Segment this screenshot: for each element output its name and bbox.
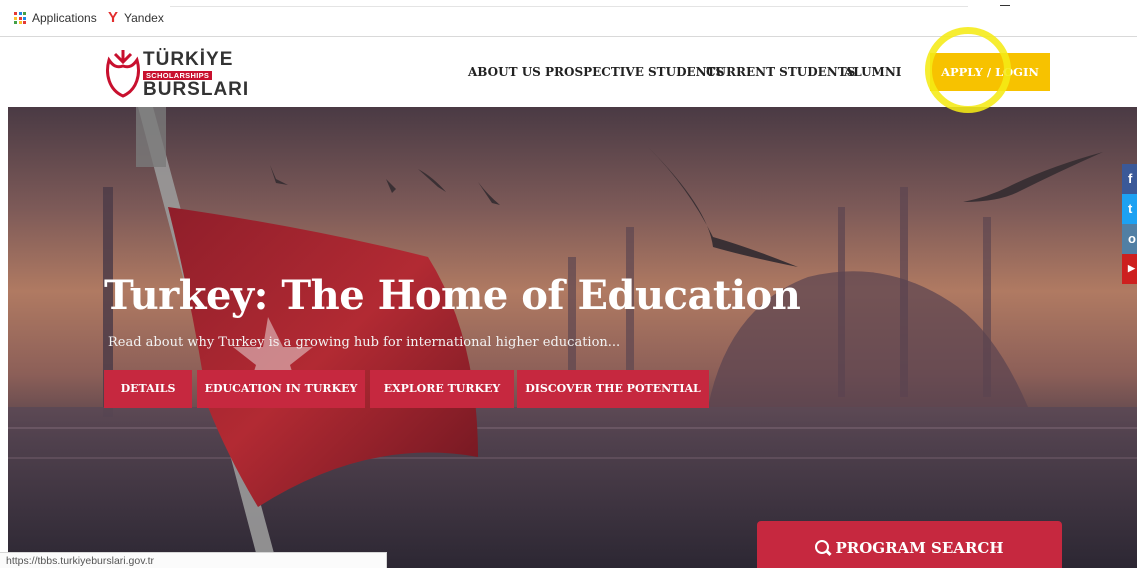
status-bar-url: https://tbbs.turkiyeburslari.gov.tr: [0, 552, 387, 568]
program-search-button[interactable]: PROGRAM SEARCH: [757, 521, 1062, 568]
logo-line-turkiye: TÜRKİYE: [143, 49, 234, 70]
instagram-share[interactable]: o: [1122, 224, 1137, 254]
nav-prospective-students[interactable]: PROSPECTIVE STUDENTS: [545, 65, 724, 79]
search-icon: [815, 540, 830, 554]
yandex-icon: Y: [108, 9, 119, 26]
logo-line-burslari: BURSLARI: [143, 79, 250, 100]
discover-the-potential-button[interactable]: DISCOVER THE POTENTIAL: [517, 370, 709, 408]
nav-about-us[interactable]: ABOUT US: [468, 65, 541, 79]
facebook-icon: f: [1128, 171, 1133, 186]
bookmark-applications[interactable]: Applications: [14, 11, 97, 25]
facebook-share[interactable]: f: [1122, 164, 1137, 194]
site-logo[interactable]: TÜRKİYE SCHOLARSHIPS BURSLARI: [103, 46, 248, 100]
apps-grid-icon: [14, 12, 26, 24]
twitter-icon: t: [1128, 201, 1133, 216]
explore-turkey-button[interactable]: EXPLORE TURKEY: [370, 370, 514, 408]
nav-current-students[interactable]: CURRENT STUDENTS: [706, 65, 855, 79]
hero-subtitle: Read about why Turkey is a growing hub f…: [108, 335, 621, 350]
youtube-share[interactable]: ▶: [1122, 254, 1137, 284]
bookmark-yandex-label: Yandex: [124, 11, 164, 25]
highlight-circle-annotation: [925, 27, 1011, 113]
instagram-icon: o: [1128, 231, 1136, 246]
minimize-icon[interactable]: [1000, 5, 1010, 6]
program-search-label: PROGRAM SEARCH: [835, 539, 1004, 557]
details-button[interactable]: DETAILS: [104, 370, 192, 408]
hero-title: Turkey: The Home of Education: [104, 272, 801, 319]
twitter-share[interactable]: t: [1122, 194, 1137, 224]
education-in-turkey-button[interactable]: EDUCATION IN TURKEY: [197, 370, 365, 408]
youtube-icon: ▶: [1128, 263, 1135, 273]
address-bar-edge: [170, 6, 968, 7]
bookmark-applications-label: Applications: [32, 11, 97, 25]
nav-alumni[interactable]: ALUMNI: [844, 65, 901, 79]
tulip-logo-icon: [106, 50, 140, 98]
bookmark-yandex[interactable]: Y Yandex: [108, 9, 164, 26]
hero-banner: Turkey: The Home of Education Read about…: [8, 107, 1137, 568]
